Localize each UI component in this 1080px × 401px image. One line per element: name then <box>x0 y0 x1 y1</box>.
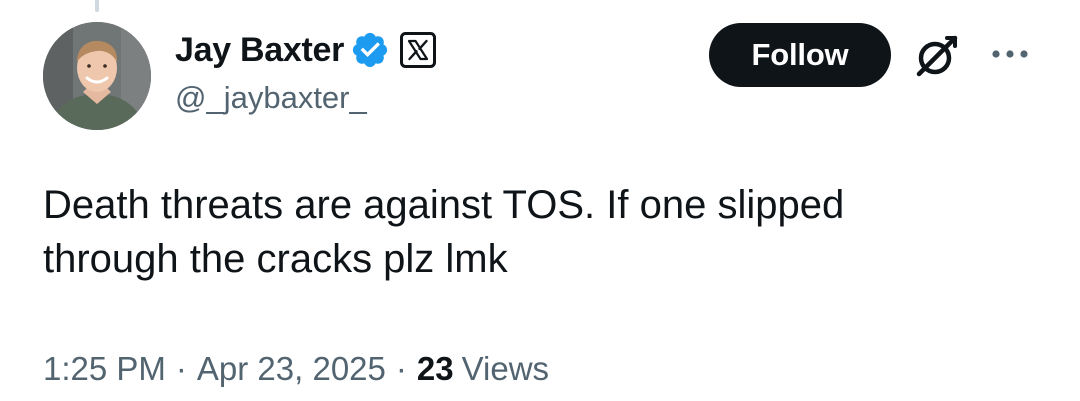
avatar[interactable] <box>43 22 151 130</box>
tweet-time[interactable]: 1:25 PM <box>43 350 166 388</box>
tweet-date[interactable]: Apr 23, 2025 <box>197 350 386 388</box>
tweet-meta: 1:25 PM · Apr 23, 2025 · 23 Views <box>43 350 549 388</box>
thread-connector-line <box>95 0 99 12</box>
views-count[interactable]: 23 <box>417 350 454 388</box>
tweet-text-line: through the cracks plz lmk <box>43 237 508 281</box>
tweet-text-line: Death threats are against TOS. If one sl… <box>43 183 845 227</box>
views-label: Views <box>461 350 550 387</box>
avatar-photo-icon <box>43 22 151 130</box>
tweet-text: Death threats are against TOS. If one sl… <box>43 178 1043 286</box>
author-name-row: Jay Baxter <box>175 28 437 72</box>
author-display-name[interactable]: Jay Baxter <box>175 31 344 70</box>
x-logo-icon[interactable] <box>400 32 437 68</box>
grok-icon[interactable] <box>913 32 961 80</box>
author-info: Jay Baxter @_jaybaxter_ <box>175 28 437 116</box>
more-dots-icon[interactable] <box>990 40 1030 68</box>
follow-button[interactable]: Follow <box>709 23 891 87</box>
author-handle[interactable]: @_jaybaxter_ <box>175 80 436 116</box>
meta-separator: · <box>175 350 187 387</box>
verified-badge-icon[interactable] <box>350 30 390 70</box>
meta-separator: · <box>395 350 407 387</box>
